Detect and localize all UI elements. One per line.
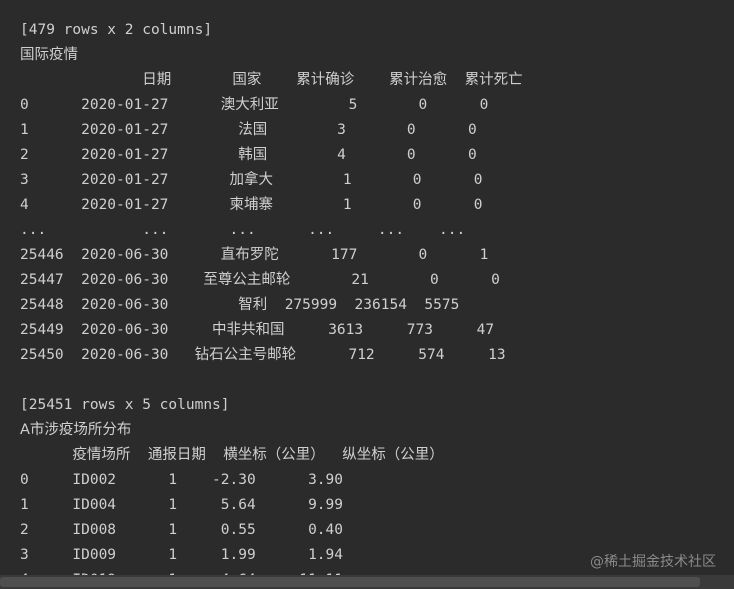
horizontal-scrollbar[interactable] <box>0 575 734 589</box>
table-header: 疫情场所 通报日期 横坐标（公里） 纵坐标（公里） <box>20 447 444 463</box>
console-output: [479 rows x 2 columns] 国际疫情 日期 国家 累计确诊 累… <box>0 0 734 589</box>
table-row: 25450 2020-06-30 钻石公主号邮轮 712 574 13 <box>20 347 506 363</box>
table-row: 1 2020-01-27 法国 3 0 0 <box>20 122 477 138</box>
table-row: 25449 2020-06-30 中非共和国 3613 773 47 <box>20 322 495 338</box>
table-row: 2 2020-01-27 韩国 4 0 0 <box>20 147 477 163</box>
table-row: 2 ID008 1 0.55 0.40 <box>20 522 344 538</box>
table-row: 0 2020-01-27 澳大利亚 5 0 0 <box>20 97 489 113</box>
table-row: 0 ID002 1 -2.30 3.90 <box>20 472 344 488</box>
table-row: 3 2020-01-27 加拿大 1 0 0 <box>20 172 483 188</box>
table-row-ellipsis: ... ... ... ... ... ... <box>20 222 466 238</box>
scrollbar-thumb[interactable] <box>0 577 700 587</box>
table-header: 日期 国家 累计确诊 累计治愈 累计死亡 <box>20 72 523 88</box>
table-row: 25446 2020-06-30 直布罗陀 177 0 1 <box>20 247 489 263</box>
table-row: 3 ID009 1 1.99 1.94 <box>20 547 344 563</box>
table-row: 25447 2020-06-30 至尊公主邮轮 21 0 0 <box>20 272 500 288</box>
console-line: 国际疫情 <box>20 47 78 63</box>
console-line: [25451 rows x 5 columns] <box>20 397 230 413</box>
console-line: [479 rows x 2 columns] <box>20 22 213 38</box>
table-row: 1 ID004 1 5.64 9.99 <box>20 497 344 513</box>
table-row: 4 2020-01-27 柬埔寨 1 0 0 <box>20 197 483 213</box>
table-row: 25448 2020-06-30 智利 275999 236154 5575 <box>20 297 460 313</box>
watermark: @稀土掘金技术社区 <box>590 554 716 570</box>
console-line: A市涉疫场所分布 <box>20 422 132 438</box>
